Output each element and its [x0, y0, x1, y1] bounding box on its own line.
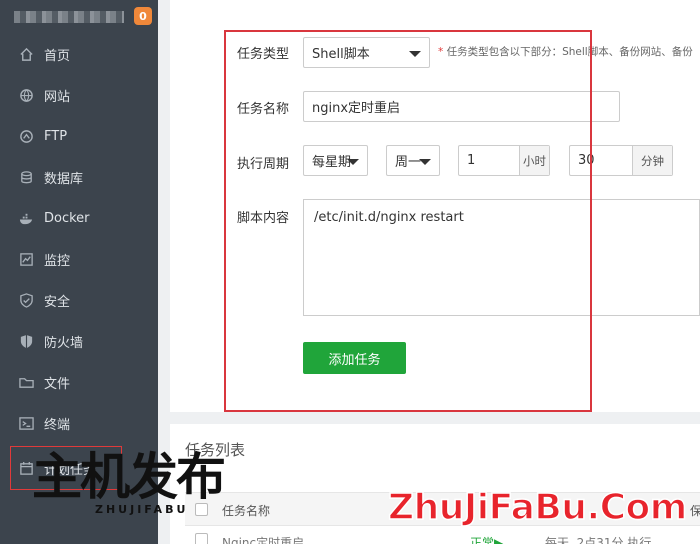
hour-unit: 小时	[519, 146, 549, 175]
chevron-down-icon	[409, 50, 421, 57]
task-name-label: 任务名称	[237, 102, 290, 117]
docker-icon	[18, 211, 34, 227]
watermark-domain: ZhuJiFaBu.Com	[387, 487, 688, 528]
sidebar-header: 0	[0, 0, 158, 34]
script-value: /etc/init.d/nginx restart	[314, 210, 464, 225]
monitor-icon	[18, 252, 34, 268]
sidebar-item-database[interactable]: 数据库	[0, 157, 158, 198]
period-select[interactable]: 每星期	[303, 145, 368, 176]
sidebar-item-label: 文件	[44, 377, 71, 392]
add-task-button[interactable]: 添加任务	[303, 342, 406, 374]
row-checkbox[interactable]	[195, 533, 208, 544]
hour-input[interactable]: 1 小时	[458, 145, 550, 176]
sidebar-item-label: Docker	[44, 211, 90, 226]
sidebar-item-label: FTP	[44, 129, 68, 144]
row-task-name[interactable]: Nginc定时重启	[222, 534, 304, 544]
sidebar-item-label: 首页	[44, 49, 71, 64]
sidebar-item-label: 数据库	[44, 172, 84, 187]
watermark-logo: 主机发布	[32, 448, 226, 506]
folder-icon	[18, 375, 34, 391]
weekday-value: 周一	[395, 155, 422, 170]
database-icon	[18, 170, 34, 186]
shield-icon	[18, 293, 34, 309]
script-label: 脚本内容	[237, 211, 290, 226]
sidebar-item-files[interactable]: 文件	[0, 362, 158, 403]
sidebar-item-ftp[interactable]: FTP	[0, 116, 158, 157]
sidebar-item-label: 防火墙	[44, 336, 84, 351]
row-cycle: 每天, 2点31分 执行	[545, 536, 652, 544]
task-type-hint: * 任务类型包含以下部分：Shell脚本、备份网站、备份	[438, 44, 693, 59]
sidebar-item-firewall[interactable]: 防火墙	[0, 321, 158, 362]
sidebar-item-monitor[interactable]: 监控	[0, 239, 158, 280]
col-task-name[interactable]: 任务名称	[222, 502, 270, 519]
sidebar-item-home[interactable]: 首页	[0, 34, 158, 75]
sidebar-item-website[interactable]: 网站	[0, 75, 158, 116]
task-type-label: 任务类型	[237, 47, 290, 62]
row-status[interactable]: 正常▶	[470, 534, 503, 544]
minute-value: 30	[578, 153, 595, 168]
minute-unit: 分钟	[632, 146, 672, 175]
firewall-icon	[18, 334, 34, 350]
task-type-hint-text: 任务类型包含以下部分：Shell脚本、备份网站、备份	[446, 46, 693, 58]
sidebar-item-label: 网站	[44, 90, 71, 105]
col-last: 保	[690, 504, 700, 518]
sidebar-item-label: 终端	[44, 418, 71, 433]
terminal-icon	[18, 416, 34, 432]
task-name-value: nginx定时重启	[312, 101, 401, 116]
sidebar-item-label: 监控	[44, 254, 71, 269]
notification-badge[interactable]: 0	[134, 7, 152, 25]
server-name-blurred	[14, 11, 124, 23]
task-type-value: Shell脚本	[312, 47, 370, 62]
home-icon	[18, 47, 34, 63]
ftp-icon	[18, 129, 34, 145]
task-type-select[interactable]: Shell脚本	[303, 37, 430, 68]
required-star: *	[438, 46, 444, 58]
period-value: 每星期	[312, 155, 352, 170]
weekday-select[interactable]: 周一	[386, 145, 440, 176]
globe-icon	[18, 88, 34, 104]
sidebar-item-label: 安全	[44, 295, 71, 310]
sidebar-item-security[interactable]: 安全	[0, 280, 158, 321]
sidebar-item-docker[interactable]: Docker	[0, 198, 158, 239]
sidebar-item-terminal[interactable]: 终端	[0, 403, 158, 444]
task-name-input[interactable]: nginx定时重启	[303, 91, 620, 122]
chevron-down-icon	[347, 158, 359, 165]
watermark-logo-sub: ZHUJIFABU	[95, 503, 189, 516]
script-textarea[interactable]: /etc/init.d/nginx restart	[303, 199, 700, 316]
hour-value: 1	[467, 153, 476, 168]
minute-input[interactable]: 30 分钟	[569, 145, 673, 176]
chevron-down-icon	[419, 158, 431, 165]
period-label: 执行周期	[237, 157, 290, 172]
